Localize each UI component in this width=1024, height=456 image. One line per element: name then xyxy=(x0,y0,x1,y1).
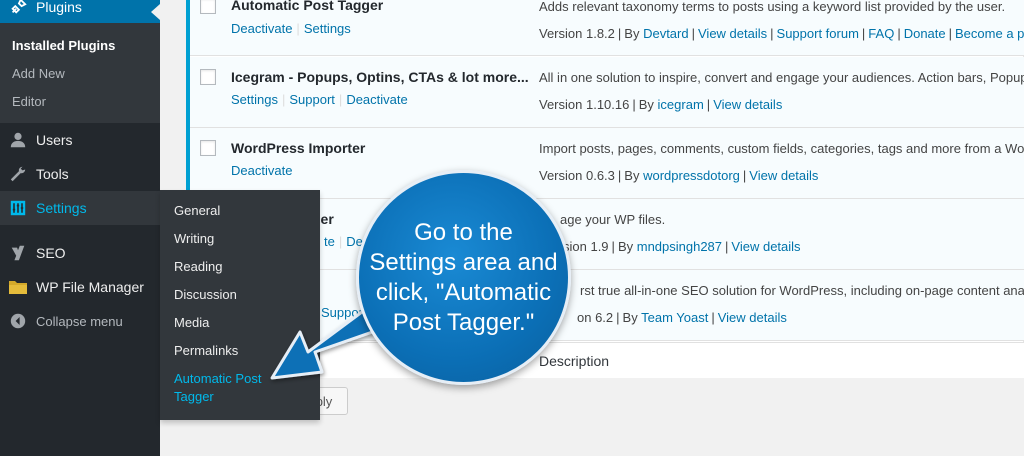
current-menu-arrow xyxy=(151,4,160,20)
menu-tools[interactable]: Tools xyxy=(0,157,160,191)
by-label: By xyxy=(622,310,638,325)
menu-plugins-label: Plugins xyxy=(36,0,82,15)
yoast-icon xyxy=(0,244,36,262)
menu-wp-file-manager[interactable]: WP File Manager xyxy=(0,270,160,304)
view-details-link[interactable]: View details xyxy=(731,239,800,254)
by-label: By xyxy=(638,97,654,112)
menu-users[interactable]: Users xyxy=(0,123,160,157)
plugin-name: Automatic Post Tagger xyxy=(231,0,384,13)
flyout-media[interactable]: Media xyxy=(174,314,209,332)
deactivate-link[interactable]: Deactivate xyxy=(346,92,407,107)
flyout-writing[interactable]: Writing xyxy=(174,230,214,248)
settings-link[interactable]: Settings xyxy=(304,21,351,36)
become-link[interactable]: Become a p xyxy=(955,26,1024,41)
view-details-link[interactable]: View details xyxy=(713,97,782,112)
submenu-add-new[interactable]: Add New xyxy=(12,66,65,81)
plugin-description: Adds relevant taxonomy terms to posts us… xyxy=(539,0,1006,14)
menu-seo[interactable]: SEO xyxy=(0,236,160,270)
flyout-reading[interactable]: Reading xyxy=(174,258,222,276)
admin-sidebar: Plugins Installed Plugins Add New Editor… xyxy=(0,0,160,456)
plugin-actions: Deactivate xyxy=(231,163,292,178)
plugin-actions: Settings | Support | Deactivate xyxy=(231,92,408,107)
menu-settings[interactable]: Settings xyxy=(0,191,160,225)
plugin-actions: te | De xyxy=(324,234,363,249)
callout-bubble: Go to the Settings area and click, "Auto… xyxy=(356,170,571,385)
by-label: By xyxy=(624,168,640,183)
menu-seo-label: SEO xyxy=(36,245,66,261)
submenu-editor[interactable]: Editor xyxy=(12,94,46,109)
folder-icon xyxy=(0,279,36,295)
plugin-description: All in one solution to inspire, convert … xyxy=(539,70,1024,85)
plugin-meta: sion 1.9 | By mndpsingh287 | View details xyxy=(563,239,801,254)
plugin-version: Version 1.8.2 xyxy=(539,26,615,41)
view-details-link[interactable]: View details xyxy=(749,168,818,183)
menu-collapse[interactable]: Collapse menu xyxy=(0,304,160,338)
plugin-version: sion 1.9 xyxy=(563,239,609,254)
menu-collapse-label: Collapse menu xyxy=(36,313,123,329)
plugin-version: Version 1.10.16 xyxy=(539,97,630,112)
flyout-general[interactable]: General xyxy=(174,202,220,220)
plugin-description: age your WP files. xyxy=(560,212,666,227)
plugins-submenu: Installed Plugins Add New Editor xyxy=(0,23,160,123)
by-label: By xyxy=(624,26,640,41)
plugin-name: Icegram - Popups, Optins, CTAs & lot mor… xyxy=(231,69,529,85)
menu-settings-label: Settings xyxy=(36,200,87,216)
support-forum-link[interactable]: Support forum xyxy=(777,26,859,41)
collapse-icon xyxy=(0,313,36,329)
author-link[interactable]: wordpressdotorg xyxy=(643,168,740,183)
menu-plugins[interactable]: Plugins xyxy=(0,0,160,23)
users-icon xyxy=(0,131,36,149)
settings-icon xyxy=(0,200,36,216)
flyout-discussion[interactable]: Discussion xyxy=(174,286,237,304)
description-column-header[interactable]: Description xyxy=(539,353,609,369)
callout-text: Go to the Settings area and click, "Auto… xyxy=(369,218,558,336)
plugin-row: Icegram - Popups, Optins, CTAs & lot mor… xyxy=(190,57,1024,128)
menu-tools-label: Tools xyxy=(36,166,69,182)
plug-icon xyxy=(0,0,36,16)
faq-link[interactable]: FAQ xyxy=(868,26,894,41)
author-link[interactable]: mndpsingh287 xyxy=(637,239,722,254)
menu-users-label: Users xyxy=(36,132,73,148)
plugin-actions: Deactivate | Settings xyxy=(231,21,351,36)
plugin-name: WordPress Importer xyxy=(231,140,366,156)
view-details-link[interactable]: View details xyxy=(718,310,787,325)
menu-wp-file-manager-label: WP File Manager xyxy=(36,279,144,295)
author-link[interactable]: icegram xyxy=(658,97,704,112)
flyout-permalinks[interactable]: Permalinks xyxy=(174,342,238,360)
plugin-row: WordPress Importer Deactivate Import pos… xyxy=(190,128,1024,199)
plugin-row: Automatic Post Tagger Deactivate | Setting… xyxy=(190,0,1024,56)
plugin-meta: Version 1.8.2 | By Devtard | View details | Su… xyxy=(539,26,1024,41)
author-link[interactable]: Devtard xyxy=(643,26,689,41)
plugin-description: Import posts, pages, comments, custom fi… xyxy=(539,141,1024,156)
settings-link[interactable]: Settings xyxy=(231,92,278,107)
plugin-meta: Version 1.10.16 | By icegram | View details xyxy=(539,97,783,112)
plugin-checkbox[interactable] xyxy=(200,140,216,156)
settings-flyout-arrow xyxy=(152,200,160,216)
plugin-checkbox[interactable] xyxy=(200,69,216,85)
deactivate-link[interactable]: te xyxy=(324,234,335,249)
plugin-meta: Version 0.6.3 | By wordpressdotorg | View de… xyxy=(539,168,819,183)
plugin-version: Version 0.6.3 xyxy=(539,168,615,183)
plugin-description: rst true all-in-one SEO solution for Wor… xyxy=(580,283,1024,298)
author-link[interactable]: Team Yoast xyxy=(641,310,708,325)
support-link[interactable]: Support xyxy=(289,92,335,107)
submenu-installed-plugins[interactable]: Installed Plugins xyxy=(12,38,115,53)
by-label: By xyxy=(617,239,634,254)
wrench-icon xyxy=(0,165,36,183)
plugin-checkbox[interactable] xyxy=(200,0,216,14)
deactivate-link[interactable]: Deactivate xyxy=(231,21,292,36)
view-details-link[interactable]: View details xyxy=(698,26,767,41)
donate-link[interactable]: Donate xyxy=(904,26,946,41)
deactivate-link[interactable]: Deactivate xyxy=(231,163,292,178)
plugin-meta: on 6.2 | By Team Yoast | View details xyxy=(577,310,787,325)
plugin-version: on 6.2 xyxy=(577,310,614,325)
